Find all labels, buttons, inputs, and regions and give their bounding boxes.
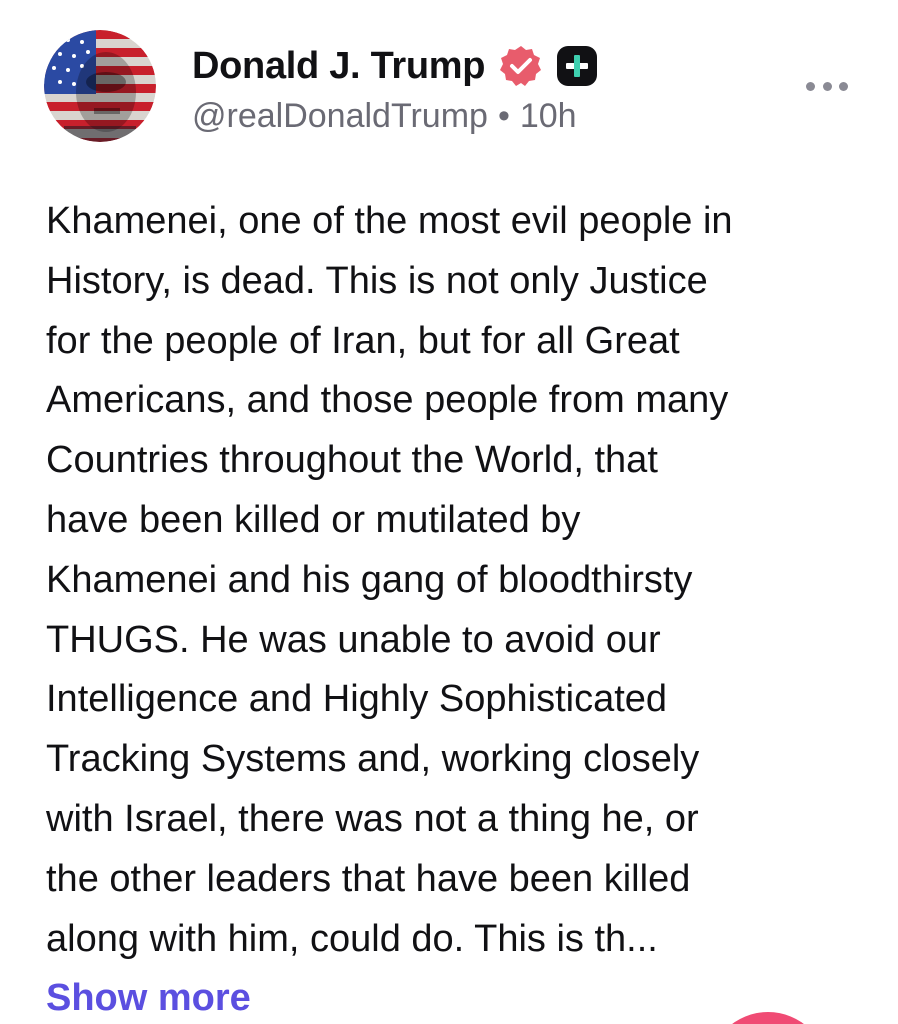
more-options-icon[interactable] (806, 76, 848, 96)
author-name[interactable]: Donald J. Trump (192, 45, 486, 88)
show-more-link[interactable]: Show more (46, 970, 251, 1024)
post-body-line: Khamenei and his gang of bloodthirsty (46, 558, 693, 601)
post-body-line: History, is dead. This is not only Justi… (46, 259, 708, 302)
avatar-image (44, 30, 156, 142)
post-body-line: the other leaders that have been killed (46, 857, 691, 900)
post-body-line: Countries throughout the World, that (46, 439, 658, 482)
floating-action-button-edge[interactable] (708, 1012, 828, 1024)
post-body-line: along with him, could do. This is th... (46, 917, 658, 960)
post-body-line: for the people of Iran, but for all Grea… (46, 319, 680, 362)
post-body-line: with Israel, there was not a thing he, o… (46, 797, 699, 840)
meta-separator: • (497, 97, 510, 135)
author-handle[interactable]: @realDonaldTrump (192, 97, 488, 136)
post-body-line: THUGS. He was unable to avoid our (46, 618, 661, 661)
author-meta-row: @realDonaldTrump • 10h (192, 97, 577, 136)
post-body-line: Khamenei, one of the most evil people in (46, 200, 733, 242)
post-timestamp[interactable]: 10h (520, 97, 577, 136)
post-card: Donald J. Trump @realDonaldTrump • 10h K… (0, 0, 898, 1024)
more-dot (839, 81, 848, 91)
avatar[interactable] (44, 30, 156, 142)
post-body-line: have been killed or mutilated by (46, 498, 581, 541)
post-body-line: Intelligence and Highly Sophisticated (46, 678, 668, 721)
post-body: Khamenei, one of the most evil people in… (46, 192, 866, 969)
post-body-line: Americans, and those people from many (46, 379, 729, 422)
verified-badge-icon (500, 46, 542, 86)
plus-badge-icon (557, 46, 598, 86)
more-dot (806, 81, 815, 91)
author-name-row: Donald J. Trump (192, 40, 598, 92)
post-body-line: Tracking Systems and, working closely (46, 738, 700, 781)
more-dot (822, 81, 832, 91)
